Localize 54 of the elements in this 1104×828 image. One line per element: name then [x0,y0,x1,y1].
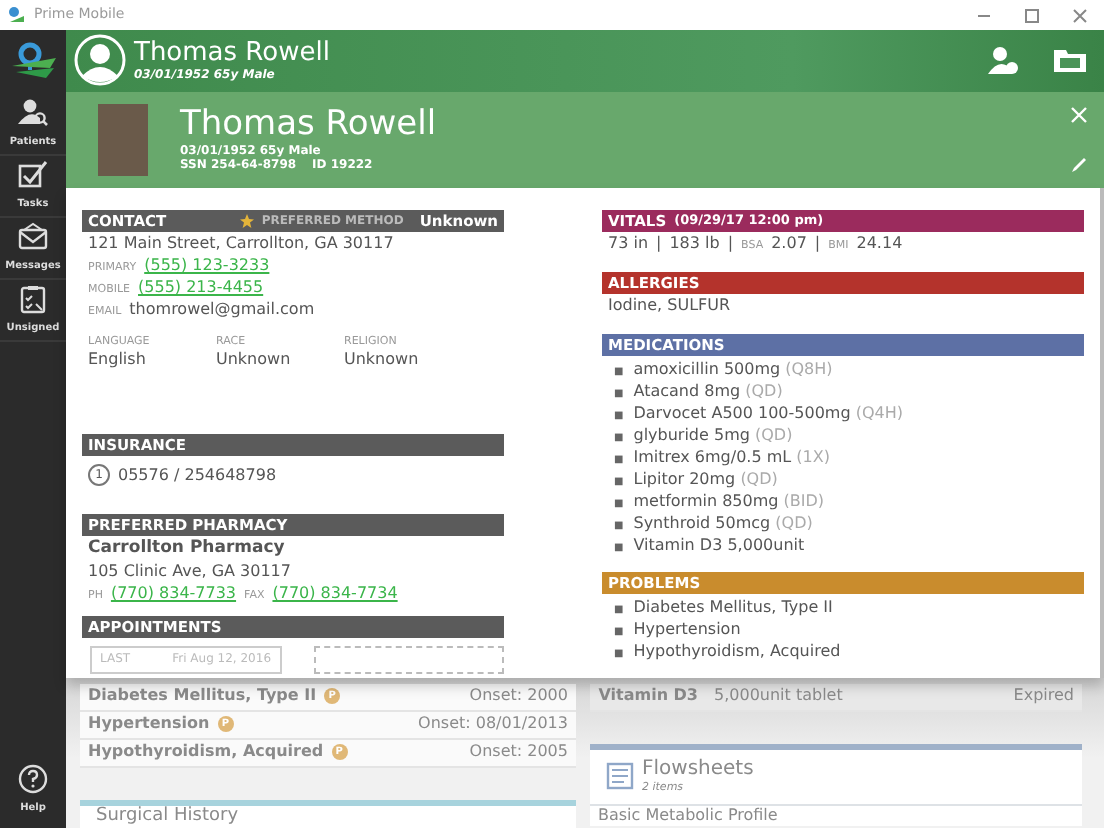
star-icon [239,214,254,229]
pencil-icon[interactable] [1070,156,1088,175]
medication-item: Darvocet A500 100-500mg (Q4H) [633,404,903,425]
medication-item: Lipitor 20mg (QD) [633,470,778,491]
field-value: Unknown [216,350,293,371]
field-value: Unknown [344,350,421,371]
photo-placeholder [98,104,148,177]
avatar-icon [74,34,126,87]
envelope-icon [18,222,48,253]
checkbox-icon [18,160,48,191]
clipboard-icon [18,284,48,315]
help-icon [18,763,48,794]
fax-link[interactable]: (770) 834-7734 [272,583,398,604]
vital-value: 183 lb [669,234,720,255]
app-logo-icon [8,6,26,24]
medication-item: glyburide 5mg (QD) [633,426,793,447]
medication-item: Imitrex 6mg/0.5 mL (1X) [633,448,830,469]
field-value: English [88,350,148,371]
card-title: Surgical History [96,805,241,828]
person-clock-icon[interactable] [988,46,1020,75]
app-logo-icon [9,42,57,82]
pharmacy-name: Carrollton Pharmacy [86,538,287,560]
document-list-icon [606,762,634,791]
problem-item: Hypothyroidism, Acquired [633,642,841,663]
phone-link[interactable]: (555) 123-3233 [144,256,270,277]
medication-item: Atacand 8mg (QD) [633,382,783,403]
phone-link[interactable]: (770) 834-7733 [110,583,237,604]
folder-icon[interactable] [1052,46,1088,75]
problem-item: Diabetes Mellitus, Type II [633,598,833,619]
pharmacy-address: 105 Clinic Ave, GA 30117 [86,561,293,582]
flowsheet-item[interactable]: Basic Metabolic Profile [590,804,1082,827]
patient-name: Thomas Rowell [134,39,330,68]
allergies-text: Iodine, SULFUR [606,296,733,317]
person-search-icon [18,98,48,129]
separator-text: | [656,234,662,255]
medication-item: Synthroid 50mcg (QD) [633,514,813,535]
patient-name: Thomas Rowell [180,106,437,144]
insurance-text: 05576 / 254648798 [118,465,277,486]
maximize-icon[interactable] [1024,7,1040,23]
address-text: 121 Main Street, Carrollton, GA 30117 [86,234,396,255]
card-title: Flowsheets [642,757,754,782]
separator-text: | [814,234,821,255]
phone-link[interactable]: (555) 213-4455 [138,278,264,299]
vital-value: 24.14 [856,234,903,255]
vital-value: 73 in [608,234,649,255]
vital-value: 2.07 [771,234,807,255]
close-icon[interactable] [1072,7,1088,23]
medication-item: metformin 850mg (BID) [633,492,825,513]
email-text: thomrowel@gmail.com [129,300,315,321]
medication-row[interactable]: Vitamin D3 5,000unit tablet Expired [590,683,1082,712]
medication-item: amoxicillin 500mg (Q8H) [633,360,833,381]
medication-item: Vitamin D3 5,000unit [633,536,805,557]
problem-item: Hypertension [633,620,741,641]
separator-text: | [727,234,734,255]
